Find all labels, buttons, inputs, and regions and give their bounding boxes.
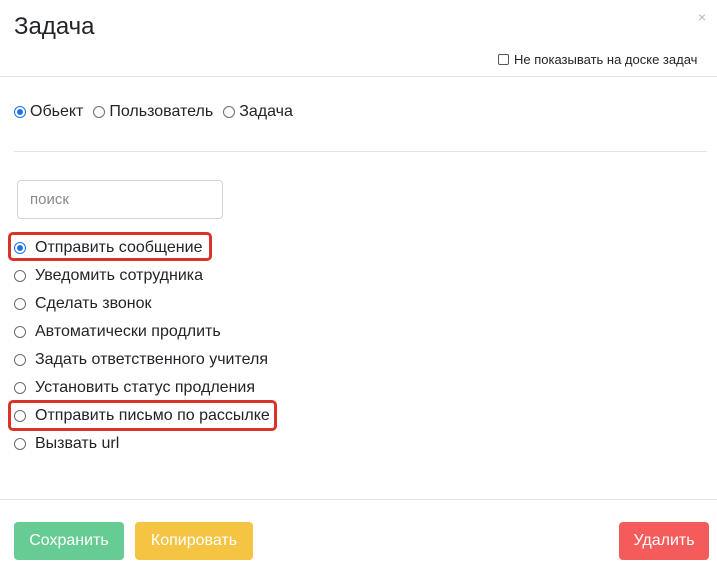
action-make-call[interactable]: Сделать звонок — [14, 290, 270, 318]
copy-button[interactable]: Копировать — [135, 522, 253, 560]
action-label: Вызвать url — [35, 435, 120, 452]
highlight-send-message — [8, 232, 212, 261]
entity-type-task[interactable]: Задача — [223, 103, 293, 121]
action-label: Установить статус продления — [35, 379, 256, 396]
close-icon[interactable]: × — [698, 9, 706, 25]
entity-type-label: Обьект — [30, 103, 84, 120]
radio-user[interactable] — [93, 106, 106, 118]
section-divider — [14, 151, 707, 152]
entity-type-label: Задача — [239, 103, 293, 120]
entity-type-group: Обьект Пользователь Задача — [14, 103, 303, 121]
action-notify-employee[interactable]: Уведомить сотрудника — [14, 262, 270, 290]
radio-call-url[interactable] — [14, 438, 26, 450]
action-call-url[interactable]: Вызвать url — [14, 430, 270, 458]
modal-title: Задача — [14, 13, 95, 40]
action-set-teacher[interactable]: Задать ответственного учителя — [14, 346, 270, 374]
radio-make-call[interactable] — [14, 298, 26, 310]
search-input[interactable] — [17, 180, 223, 219]
task-modal: Задача × Не показывать на доске задач Об… — [0, 0, 717, 581]
radio-set-teacher[interactable] — [14, 354, 26, 366]
radio-object[interactable] — [14, 106, 26, 118]
entity-type-object[interactable]: Обьект — [14, 103, 83, 121]
action-label: Задать ответственного учителя — [35, 351, 268, 368]
action-label: Автоматически продлить — [35, 323, 221, 340]
header-divider — [0, 76, 717, 77]
radio-task[interactable] — [223, 106, 236, 118]
footer-divider — [0, 499, 717, 500]
hide-on-board-checkbox[interactable]: Не показывать на доске задач — [498, 52, 697, 67]
action-set-renewal-status[interactable]: Установить статус продления — [14, 374, 270, 402]
entity-type-label: Пользователь — [109, 103, 214, 120]
highlight-send-mailing — [8, 400, 277, 431]
delete-button[interactable]: Удалить — [619, 522, 709, 560]
checkbox-box[interactable] — [498, 54, 509, 65]
radio-notify-employee[interactable] — [14, 270, 26, 282]
radio-auto-renew[interactable] — [14, 326, 26, 338]
action-label: Уведомить сотрудника — [35, 267, 204, 284]
action-label: Сделать звонок — [35, 295, 152, 312]
entity-type-user[interactable]: Пользователь — [93, 103, 213, 121]
hide-on-board-label: Не показывать на доске задач — [514, 52, 698, 67]
save-button[interactable]: Сохранить — [14, 522, 124, 560]
action-auto-renew[interactable]: Автоматически продлить — [14, 318, 270, 346]
radio-set-renewal-status[interactable] — [14, 382, 26, 394]
